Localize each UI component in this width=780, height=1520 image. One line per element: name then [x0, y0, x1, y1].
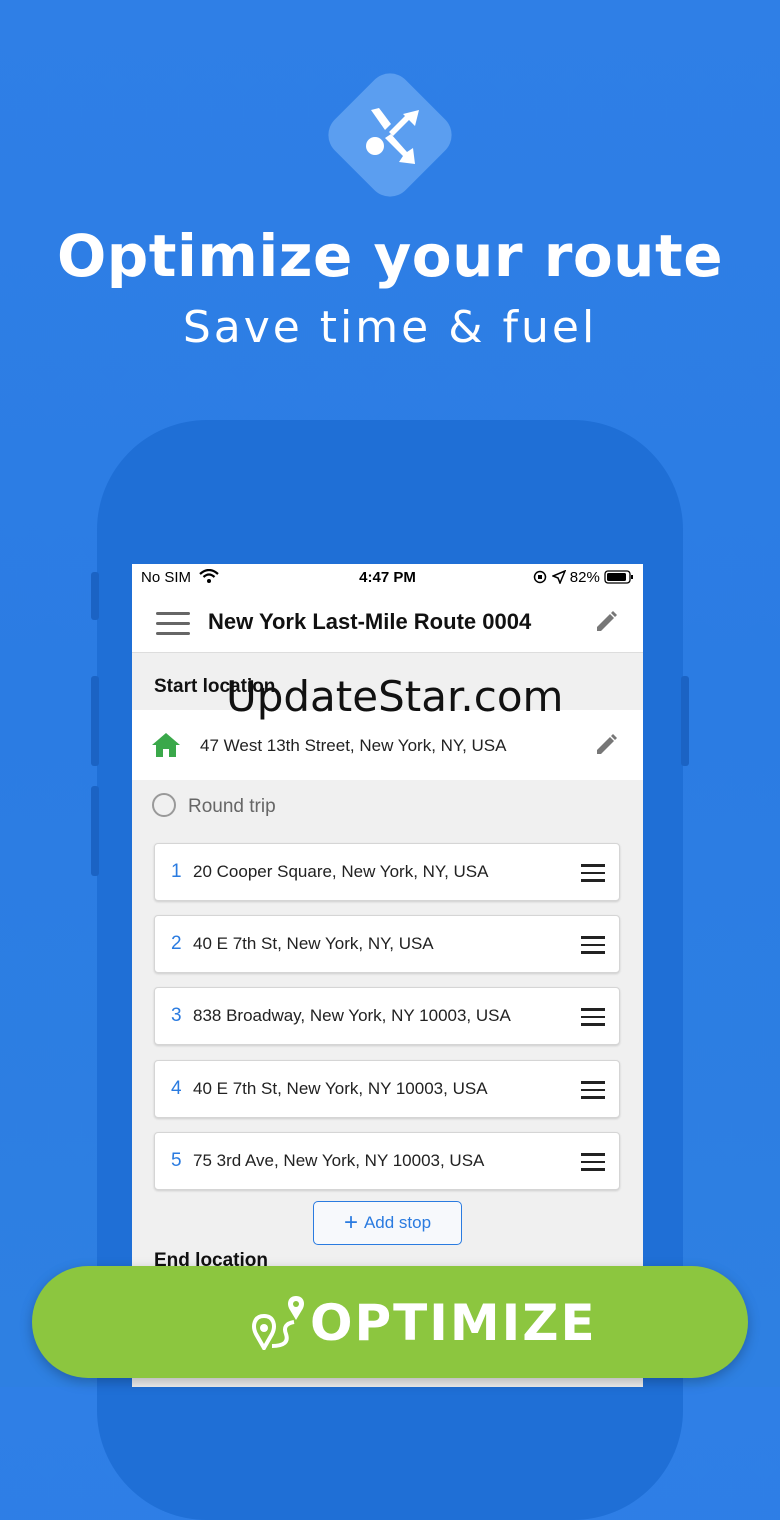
watermark: UpdateStar.com [226, 672, 564, 721]
location-arrow-icon [550, 569, 567, 585]
stop-number: 3 [171, 1005, 182, 1026]
stop-row[interactable]: 4 40 E 7th St, New York, NY 10003, USA [154, 1060, 620, 1118]
edit-icon[interactable] [594, 610, 618, 634]
menu-icon[interactable] [156, 612, 190, 635]
stop-row[interactable]: 1 20 Cooper Square, New York, NY, USA [154, 843, 620, 901]
optimize-label: OPTIMIZE [310, 1294, 597, 1352]
drag-handle-icon[interactable] [581, 1081, 605, 1104]
promo-subline: Save time & fuel [182, 302, 598, 353]
route-pins-icon [252, 1296, 304, 1350]
stop-number: 5 [171, 1150, 182, 1171]
app-logo-icon [328, 73, 452, 197]
optimize-button[interactable]: OPTIMIZE [32, 1266, 748, 1378]
round-trip-toggle[interactable]: Round trip [152, 793, 276, 819]
drag-handle-icon[interactable] [581, 936, 605, 959]
stop-number: 4 [171, 1078, 182, 1099]
add-stop-button[interactable]: + Add stop [313, 1201, 462, 1245]
stop-number: 1 [171, 861, 182, 882]
phone-side-button [681, 676, 689, 766]
stop-row[interactable]: 5 75 3rd Ave, New York, NY 10003, USA [154, 1132, 620, 1190]
app-bar: New York Last-Mile Route 0004 [132, 592, 643, 653]
radio-button[interactable] [152, 793, 176, 817]
stop-address: 838 Broadway, New York, NY 10003, USA [193, 1006, 511, 1025]
plus-icon: + [343, 1209, 358, 1236]
promo-headline: Optimize your route [56, 222, 724, 290]
status-bar: No SIM 4:47 PM 82% [132, 564, 643, 592]
drag-handle-icon[interactable] [581, 1008, 605, 1031]
round-trip-label: Round trip [188, 796, 276, 818]
phone-side-button [91, 676, 99, 766]
phone-side-button [91, 572, 99, 620]
phone-side-button [91, 786, 99, 876]
add-stop-label: Add stop [363, 1213, 432, 1232]
battery-icon [604, 570, 633, 584]
stop-row[interactable]: 2 40 E 7th St, New York, NY, USA [154, 915, 620, 973]
orientation-lock-icon [534, 570, 547, 584]
status-right: 82% [533, 569, 634, 586]
edit-start-icon[interactable] [594, 733, 618, 757]
stop-address: 40 E 7th St, New York, NY, USA [193, 934, 434, 953]
drag-handle-icon[interactable] [581, 864, 605, 887]
stop-address: 40 E 7th St, New York, NY 10003, USA [193, 1079, 488, 1098]
stop-number: 2 [171, 933, 182, 954]
battery-percent: 82% [569, 569, 600, 586]
start-address: 47 West 13th Street, New York, NY, USA [200, 736, 507, 755]
home-icon [152, 733, 180, 757]
route-title: New York Last-Mile Route 0004 [208, 609, 532, 634]
stop-address: 20 Cooper Square, New York, NY, USA [193, 862, 489, 881]
stop-row[interactable]: 3 838 Broadway, New York, NY 10003, USA [154, 987, 620, 1045]
drag-handle-icon[interactable] [581, 1153, 605, 1176]
stop-address: 75 3rd Ave, New York, NY 10003, USA [193, 1151, 485, 1170]
